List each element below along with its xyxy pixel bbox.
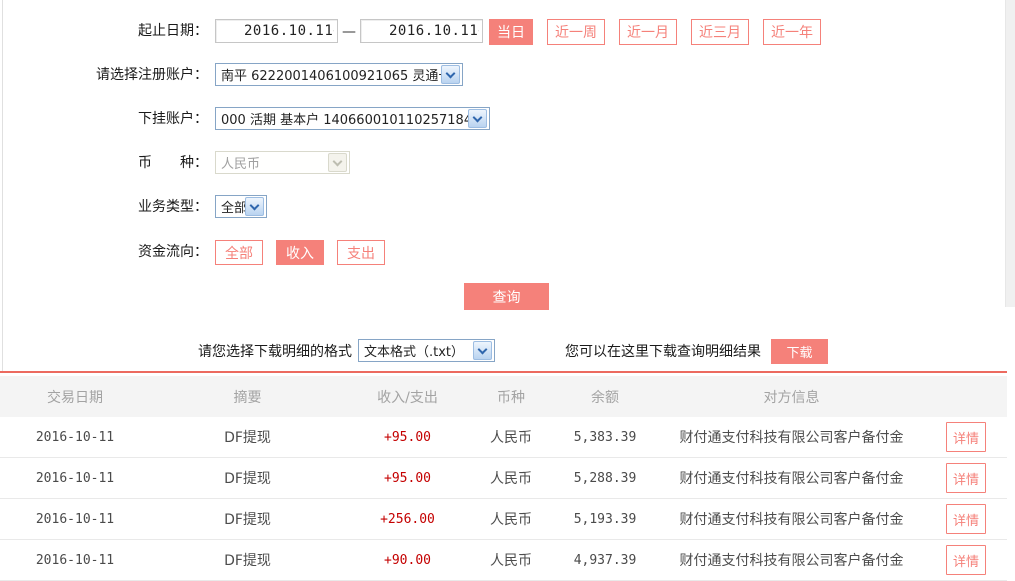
cell-summary: DF提现 xyxy=(150,550,345,570)
header-currency: 币种 xyxy=(470,387,552,407)
table-row: 2016-10-11 DF提现 +90.00 人民币 4,937.39 财付通支… xyxy=(0,540,1007,581)
download-hint: 您可以在这里下载查询明细结果 xyxy=(565,342,761,362)
table-row: 2016-10-11 DF提现 +256.00 人民币 5,193.39 财付通… xyxy=(0,499,1007,540)
cell-balance: 5,193.39 xyxy=(552,512,658,527)
chevron-down-icon xyxy=(441,65,460,84)
fund-flow-income-button[interactable]: 收入 xyxy=(276,240,324,265)
cell-date: 2016-10-11 xyxy=(0,553,150,568)
cell-balance: 4,937.39 xyxy=(552,553,658,568)
cell-counterparty: 财付通支付科技有限公司客户备付金 xyxy=(658,427,925,447)
detail-button[interactable]: 详情 xyxy=(946,422,986,452)
header-balance: 余额 xyxy=(552,387,658,407)
register-account-label: 请选择注册账户： xyxy=(0,63,208,87)
cell-balance: 5,383.39 xyxy=(552,430,658,445)
register-account-select[interactable]: 南平 6222001406100921065 灵通卡 xyxy=(215,63,463,86)
page-left-border xyxy=(2,0,3,371)
cell-counterparty: 财付通支付科技有限公司客户备付金 xyxy=(658,468,925,488)
cell-currency: 人民币 xyxy=(470,550,552,570)
quick-range-today-button[interactable]: 当日 xyxy=(489,19,533,45)
cell-balance: 5,288.39 xyxy=(552,471,658,486)
cell-date: 2016-10-11 xyxy=(0,471,150,486)
business-type-value: 全部 xyxy=(216,197,245,216)
table-row: 2016-10-11 DF提现 +95.00 人民币 5,288.39 财付通支… xyxy=(0,458,1007,499)
calendar-icon[interactable] xyxy=(478,22,479,40)
header-amount: 收入/支出 xyxy=(345,387,470,407)
cell-summary: DF提现 xyxy=(150,509,345,529)
cell-counterparty: 财付通支付科技有限公司客户备付金 xyxy=(658,509,925,529)
detail-button[interactable]: 详情 xyxy=(946,545,986,575)
header-counterparty: 对方信息 xyxy=(658,387,925,407)
quick-range-3months-button[interactable]: 近三月 xyxy=(691,19,749,45)
currency-label: 币 种： xyxy=(0,151,208,175)
download-format-select[interactable]: 文本格式（.txt） xyxy=(358,339,495,362)
cell-amount: +95.00 xyxy=(345,471,470,486)
end-date-value: 2016.10.11 xyxy=(361,23,478,39)
currency-select: 人民币 xyxy=(215,151,350,174)
start-date-value: 2016.10.11 xyxy=(216,23,333,39)
header-summary: 摘要 xyxy=(150,387,345,407)
cell-currency: 人民币 xyxy=(470,468,552,488)
download-button[interactable]: 下载 xyxy=(771,339,828,364)
business-type-label: 业务类型： xyxy=(0,195,208,219)
cell-summary: DF提现 xyxy=(150,468,345,488)
section-divider xyxy=(0,371,1007,373)
business-type-select[interactable]: 全部 xyxy=(215,195,267,218)
chevron-down-icon xyxy=(245,197,264,216)
sub-account-label: 下挂账户： xyxy=(0,107,208,131)
chevron-down-icon xyxy=(328,153,347,172)
download-format-label: 请您选择下载明细的格式 xyxy=(0,342,352,362)
chevron-down-icon xyxy=(473,341,492,360)
scrollbar-thumb[interactable] xyxy=(1005,0,1015,307)
query-button[interactable]: 查询 xyxy=(464,283,549,310)
detail-button[interactable]: 详情 xyxy=(946,504,986,534)
download-format-value: 文本格式（.txt） xyxy=(359,341,473,360)
cell-date: 2016-10-11 xyxy=(0,512,150,527)
cell-counterparty: 财付通支付科技有限公司客户备付金 xyxy=(658,550,925,570)
transaction-table: 交易日期 摘要 收入/支出 币种 余额 对方信息 2016-10-11 DF提现… xyxy=(0,376,1007,581)
fund-flow-all-button[interactable]: 全部 xyxy=(215,240,263,265)
chevron-down-icon xyxy=(468,109,487,128)
cell-amount: +90.00 xyxy=(345,553,470,568)
fund-flow-expense-button[interactable]: 支出 xyxy=(337,240,385,265)
date-range-label: 起止日期： xyxy=(0,19,208,43)
cell-amount: +256.00 xyxy=(345,512,470,527)
fund-flow-label: 资金流向： xyxy=(0,240,208,264)
quick-range-buttons: 当日 近一周 近一月 近三月 近一年 xyxy=(489,19,821,45)
cell-date: 2016-10-11 xyxy=(0,430,150,445)
header-date: 交易日期 xyxy=(0,387,150,407)
sub-account-select[interactable]: 000 活期 基本户 1406600101102571848 xyxy=(215,107,490,130)
cell-currency: 人民币 xyxy=(470,509,552,529)
sub-account-value: 000 活期 基本户 1406600101102571848 xyxy=(216,109,468,128)
register-account-value: 南平 6222001406100921065 灵通卡 xyxy=(216,65,441,84)
end-date-input[interactable]: 2016.10.11 xyxy=(360,19,483,43)
quick-range-month-button[interactable]: 近一月 xyxy=(619,19,677,45)
quick-range-year-button[interactable]: 近一年 xyxy=(763,19,821,45)
calendar-icon[interactable] xyxy=(333,22,334,40)
cell-currency: 人民币 xyxy=(470,427,552,447)
cell-amount: +95.00 xyxy=(345,430,470,445)
table-header-row: 交易日期 摘要 收入/支出 币种 余额 对方信息 xyxy=(0,376,1007,417)
start-date-input[interactable]: 2016.10.11 xyxy=(215,19,338,43)
cell-summary: DF提现 xyxy=(150,427,345,447)
detail-button[interactable]: 详情 xyxy=(946,463,986,493)
quick-range-week-button[interactable]: 近一周 xyxy=(547,19,605,45)
currency-value: 人民币 xyxy=(216,153,328,172)
fund-flow-buttons: 全部 收入 支出 xyxy=(215,240,385,265)
table-row: 2016-10-11 DF提现 +95.00 人民币 5,383.39 财付通支… xyxy=(0,417,1007,458)
date-range-separator: — xyxy=(338,19,360,45)
